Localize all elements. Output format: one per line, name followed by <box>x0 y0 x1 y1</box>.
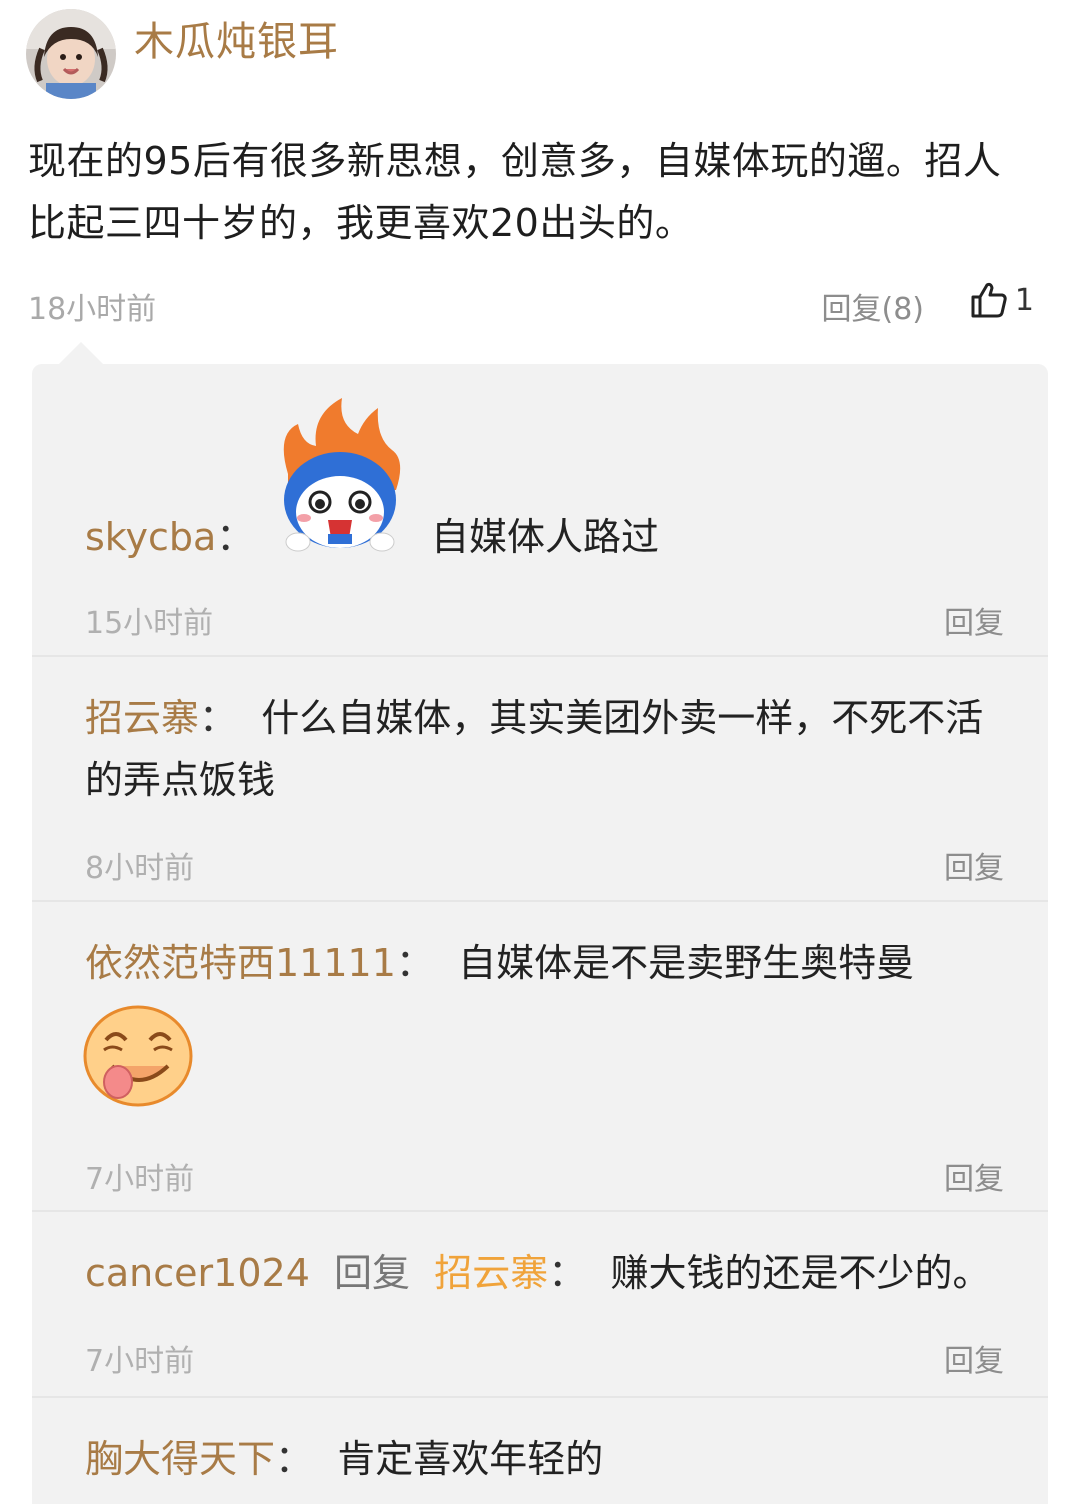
comment-reply-button[interactable]: 回复 <box>944 843 1004 887</box>
comment-username[interactable]: 招云寨 <box>85 696 199 740</box>
comment-item: cancer1024 回复 招云寨： 赚大钱的还是不少的。 7小时前 回复 <box>32 1212 1048 1398</box>
comment-colon: ： <box>216 515 255 559</box>
post-time: 18小时前 <box>28 292 157 327</box>
comment-item: 胸大得天下： 肯定喜欢年轻的 <box>32 1398 1048 1504</box>
post-meta: 18小时前 回复(8) 1 <box>28 280 1038 328</box>
comment-username[interactable]: 依然范特西11111 <box>85 941 396 985</box>
comment-reply-button[interactable]: 回复 <box>944 598 1004 642</box>
comment-text: 赚大钱的还是不少的。 <box>610 1251 991 1295</box>
comment-line: 胸大得天下： 肯定喜欢年轻的 <box>85 1428 1018 1490</box>
comment-line: 招云寨： 什么自媒体，其实美团外卖一样，不死不活的弄点饭钱 <box>85 687 1018 811</box>
comment-colon: ： <box>275 1437 314 1481</box>
post-header: 木瓜炖银耳 <box>26 8 339 100</box>
comment-time: 8小时前 <box>85 851 195 886</box>
thumbs-up-icon <box>971 282 1007 318</box>
like-button[interactable]: 1 <box>969 280 1034 320</box>
comment-text: 自媒体是不是卖野生奥特曼 <box>458 941 915 985</box>
user-avatar[interactable] <box>26 9 116 99</box>
comment-text: 肯定喜欢年轻的 <box>337 1437 604 1481</box>
comment-reply-button[interactable]: 回复 <box>944 1154 1004 1198</box>
laughing-tongue-emoji <box>83 1005 193 1107</box>
comment-time: 7小时前 <box>85 1344 195 1379</box>
comment-line: skycba： 自媒体人路过 <box>85 506 1018 568</box>
comment-colon: ： <box>199 696 238 740</box>
comment-item: 招云寨： 什么自媒体，其实美团外卖一样，不死不活的弄点饭钱 8小时前 回复 <box>32 657 1048 902</box>
comment-username[interactable]: 胸大得天下 <box>85 1437 275 1481</box>
comment-time: 7小时前 <box>85 1162 195 1197</box>
reply-to-label: 回复 <box>334 1251 411 1295</box>
panel-notch <box>58 342 104 365</box>
comment-colon: ： <box>548 1251 587 1295</box>
comment-item: 依然范特西11111： 自媒体是不是卖野生奥特曼 7小时前 回复 <box>32 902 1048 1212</box>
comment-username[interactable]: cancer1024 <box>85 1251 310 1295</box>
comments-panel: skycba： 自媒体人路过 15小时前 回复 招云寨： 什么自媒体，其实美团外… <box>32 364 1048 1504</box>
comment-colon: ： <box>395 941 434 985</box>
comment-line: cancer1024 回复 招云寨： 赚大钱的还是不少的。 <box>85 1242 1018 1304</box>
post-username[interactable]: 木瓜炖银耳 <box>134 9 339 67</box>
child-photo-avatar-icon <box>26 9 116 99</box>
reply-count-button[interactable]: 回复(8) <box>822 284 925 328</box>
comment-line: 依然范特西11111： 自媒体是不是卖野生奥特曼 <box>85 932 1018 994</box>
comment-username[interactable]: skycba <box>85 515 216 559</box>
like-count: 1 <box>1014 282 1034 318</box>
post-text: 现在的95后有很多新思想，创意多，自媒体玩的遛。招人比起三四十岁的，我更喜欢20… <box>28 139 1002 245</box>
comment-reply-button[interactable]: 回复 <box>944 1336 1004 1380</box>
comment-time: 15小时前 <box>85 606 214 641</box>
reply-target-username[interactable]: 招云寨 <box>434 1251 548 1295</box>
comment-item: skycba： 自媒体人路过 15小时前 回复 <box>32 364 1048 657</box>
comment-text: 自媒体人路过 <box>431 515 660 559</box>
